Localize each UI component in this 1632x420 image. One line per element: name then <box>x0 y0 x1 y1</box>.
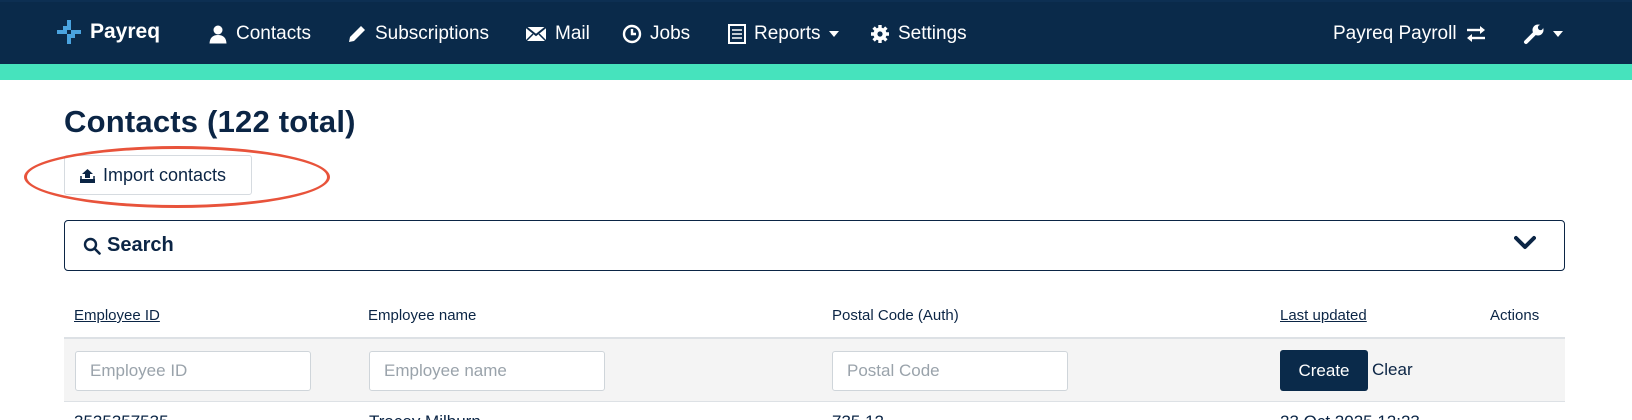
envelope-icon <box>525 26 547 42</box>
nav-reports[interactable]: Reports <box>728 2 839 66</box>
payreq-logo-icon <box>57 20 81 44</box>
account-name: Payreq Payroll <box>1333 23 1457 44</box>
top-navbar: Payreq Contacts Subscriptions Mail Jobs … <box>0 0 1632 64</box>
employee-id-filter-input[interactable] <box>75 351 311 391</box>
brand-name: Payreq <box>90 20 161 43</box>
page-title: Contacts (122 total) <box>64 104 356 139</box>
import-contacts-button[interactable]: Import contacts <box>64 155 252 195</box>
nav-jobs[interactable]: Jobs <box>622 2 690 66</box>
pencil-icon <box>349 26 365 42</box>
caret-down-icon <box>828 31 839 37</box>
column-header-last-updated[interactable]: Last updated <box>1280 307 1367 324</box>
employee-name-filter-input[interactable] <box>369 351 605 391</box>
switch-arrows-icon <box>1466 26 1485 42</box>
list-icon <box>728 24 746 44</box>
clock-icon <box>622 24 642 44</box>
column-header-postal-code: Postal Code (Auth) <box>832 307 959 324</box>
table-row-last-updated: 23 Oct 2025 12:23 <box>1280 412 1420 420</box>
accent-bar <box>0 64 1632 80</box>
nav-settings-label: Settings <box>898 23 967 44</box>
tools-menu[interactable] <box>1523 2 1563 66</box>
import-contacts-label: Import contacts <box>103 164 227 185</box>
upload-icon <box>80 168 95 183</box>
nav-subscriptions-label: Subscriptions <box>375 23 490 44</box>
search-panel-label: Search <box>107 234 174 256</box>
nav-mail-label: Mail <box>555 23 590 44</box>
caret-down-icon <box>1553 31 1563 37</box>
nav-reports-label: Reports <box>754 23 821 44</box>
clear-filters-link[interactable]: Clear <box>1372 360 1413 380</box>
search-panel-toggle[interactable]: Search <box>64 220 1565 271</box>
gear-icon <box>871 25 889 43</box>
user-icon <box>209 25 227 44</box>
nav-subscriptions[interactable]: Subscriptions <box>347 2 489 66</box>
wrench-icon <box>1524 24 1544 44</box>
row-divider <box>64 401 1565 402</box>
table-row-postal-code: 735 12 <box>832 412 884 420</box>
postal-code-filter-input[interactable] <box>832 351 1068 391</box>
chevron-down-icon <box>1514 236 1536 249</box>
nav-mail[interactable]: Mail <box>525 2 590 66</box>
nav-jobs-label: Jobs <box>650 23 691 44</box>
column-header-actions: Actions <box>1490 307 1540 324</box>
nav-contacts[interactable]: Contacts <box>208 2 311 66</box>
column-header-employee-id[interactable]: Employee ID <box>74 307 160 324</box>
search-icon <box>83 237 101 255</box>
create-button[interactable]: Create <box>1280 350 1368 391</box>
table-row-employee-id: 3535357535 <box>74 412 169 420</box>
nav-contacts-label: Contacts <box>236 23 311 44</box>
column-header-employee-name: Employee name <box>368 307 477 324</box>
nav-settings[interactable]: Settings <box>870 2 967 66</box>
table-row-employee-name: Tracey Milburn <box>369 412 481 420</box>
brand-logo[interactable]: Payreq <box>56 0 160 64</box>
account-switcher[interactable]: Payreq Payroll <box>1333 2 1487 66</box>
